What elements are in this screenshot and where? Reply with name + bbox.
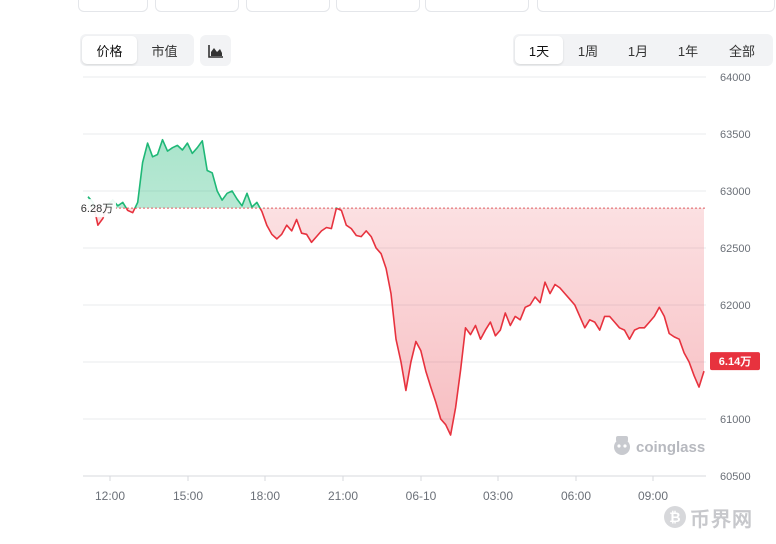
- y-tick-label: 63500: [720, 129, 751, 141]
- coinglass-mascot-icon: [614, 436, 630, 455]
- y-tick-label: 64000: [720, 72, 751, 84]
- watermark-coin-icon: ₿: [664, 506, 686, 528]
- last-price-label: 6.14万: [719, 355, 751, 368]
- x-tick-label: 06-10: [406, 489, 437, 503]
- y-tick-label: 61000: [720, 414, 751, 426]
- x-tick-label: 15:00: [173, 489, 203, 503]
- x-tick-label: 18:00: [250, 489, 280, 503]
- watermark-text: 币界网: [690, 508, 753, 531]
- price-chart[interactable]: 6400063500630006250062000615006100060500…: [0, 0, 776, 544]
- y-tick-label: 63000: [720, 186, 751, 198]
- watermark: ₿ 币界网: [664, 503, 770, 531]
- coinglass-logo: coinglass: [614, 436, 705, 456]
- y-tick-label: 60500: [720, 471, 751, 483]
- x-tick-label: 21:00: [328, 489, 358, 503]
- x-tick-label: 03:00: [483, 489, 513, 503]
- coinglass-wordmark: coinglass: [636, 439, 705, 456]
- baseline-label: 6.28万: [81, 203, 113, 215]
- x-tick-label: 12:00: [95, 489, 125, 503]
- y-tick-label: 62500: [720, 243, 751, 255]
- x-tick-label: 09:00: [638, 489, 668, 503]
- y-tick-label: 62000: [720, 300, 751, 312]
- x-tick-label: 06:00: [561, 489, 591, 503]
